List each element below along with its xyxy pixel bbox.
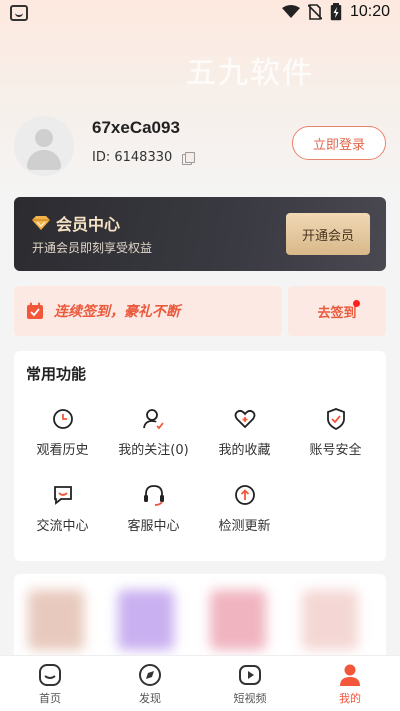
tab-label: 短视频 [233,692,267,705]
profile-section: 67xeCa093 ID: 6148330 立即登录 [14,112,386,176]
headset-icon [143,485,164,506]
function-community[interactable]: 交流中心 [16,483,109,543]
function-watch-history[interactable]: 观看历史 [16,407,109,467]
heart-plus-icon [234,409,255,429]
function-my-favorites[interactable]: 我的收藏 [198,407,291,467]
tab-label: 首页 [39,692,61,705]
function-label: 我的关注(0) [118,443,189,458]
vip-card[interactable]: 会员中心 开通会员即刻享受权益 开通会员 [14,197,386,271]
chat-icon [53,486,72,505]
tab-short-video[interactable]: 短视频 [200,656,300,711]
function-check-update[interactable]: 检测更新 [198,483,291,543]
person-icon [340,664,360,686]
tab-home[interactable]: 首页 [0,656,100,711]
status-time: 10:20 [349,3,390,20]
function-account-security[interactable]: 账号安全 [289,407,382,467]
vip-title: 会员中心 [56,215,121,234]
tab-discover[interactable]: 发现 [100,656,200,711]
signin-banner[interactable]: 连续签到，豪礼不断 [14,286,282,336]
username: 67xeCa093 [92,118,180,137]
function-label: 交流中心 [36,519,89,534]
calendar-icon [27,302,43,319]
tab-label: 发现 [139,692,161,705]
battery-icon [330,3,342,21]
signin-bar: 连续签到，豪礼不断 去签到 [14,286,386,336]
user-id: ID: 6148330 [92,150,173,165]
function-label: 检测更新 [218,519,271,534]
status-bar: 10:20 [0,0,400,28]
blurred-content-section [14,574,386,664]
avatar[interactable] [14,116,74,176]
function-label: 观看历史 [36,443,89,458]
signin-slogan: 连续签到，豪礼不断 [54,304,180,320]
tab-mine[interactable]: 我的 [300,656,400,711]
blurred-thumbnail [302,590,358,650]
no-sim-icon [307,4,322,20]
home-icon [39,664,61,686]
wifi-icon [281,5,300,18]
copy-icon[interactable] [182,151,196,165]
vip-title-row: 会员中心 [32,211,120,235]
notification-dot [353,300,360,307]
blurred-thumbnail [210,590,266,650]
functions-title: 常用功能 [26,365,87,383]
user-id-row: ID: 6148330 [92,150,196,165]
shield-check-icon [326,408,345,431]
upload-circle-icon [234,485,255,505]
function-customer-service[interactable]: 客服中心 [107,483,200,543]
tab-label: 我的 [339,692,361,705]
play-icon [239,665,261,685]
blurred-thumbnail [28,590,84,650]
common-functions-panel: 常用功能 观看历史 我的关注(0) 我的收藏 账号安全 交流中心 客服中心 检测… [14,351,386,561]
clock-icon [52,409,73,429]
login-button[interactable]: 立即登录 [292,126,386,160]
watermark-text: 五九软件 [186,56,314,91]
blurred-thumbnail [118,590,174,650]
function-label: 我的收藏 [218,443,271,458]
open-vip-button[interactable]: 开通会员 [286,213,370,255]
compass-icon [139,664,161,686]
signin-button[interactable]: 去签到 [288,286,386,336]
function-label: 客服中心 [127,519,180,534]
app-notification-icon [10,5,28,21]
user-check-icon [142,409,164,430]
bottom-tab-bar: 首页 发现 短视频 我的 [0,655,400,711]
function-my-follows[interactable]: 我的关注(0) [107,407,200,467]
function-label: 账号安全 [309,443,362,458]
vip-subtitle: 开通会员即刻享受权益 [32,241,153,255]
diamond-icon [32,216,50,230]
